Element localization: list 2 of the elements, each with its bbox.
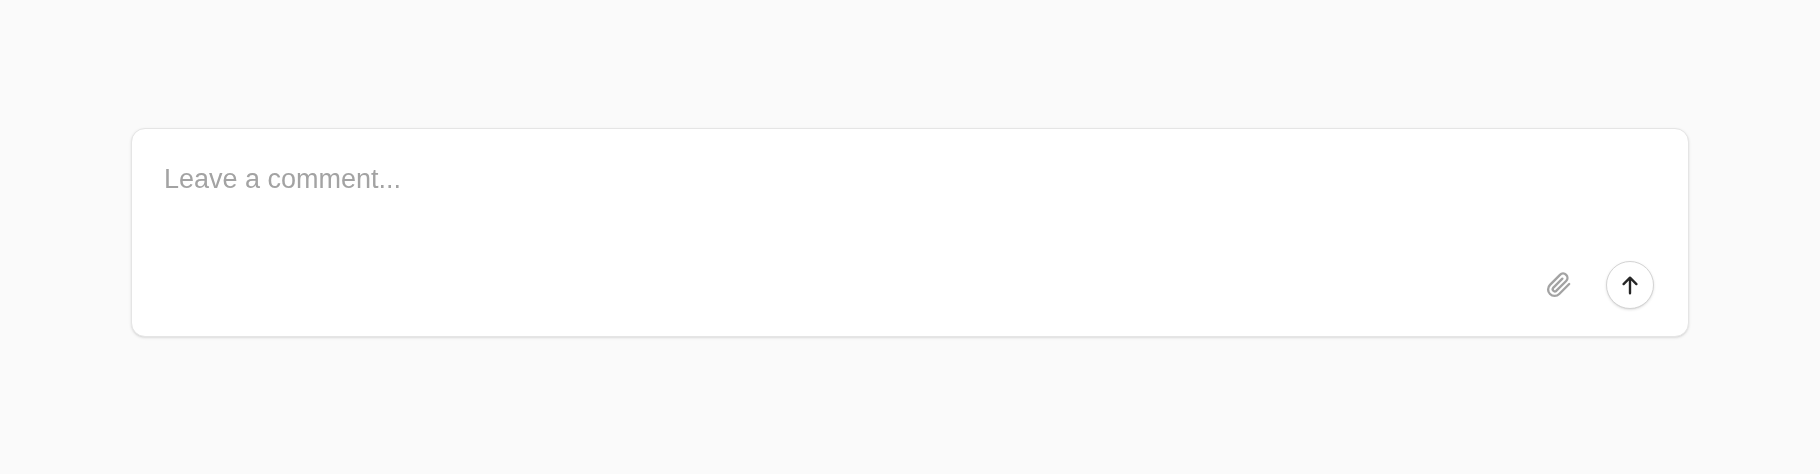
paperclip-icon xyxy=(1546,272,1572,298)
comment-field[interactable]: Leave a comment... xyxy=(131,128,1689,337)
